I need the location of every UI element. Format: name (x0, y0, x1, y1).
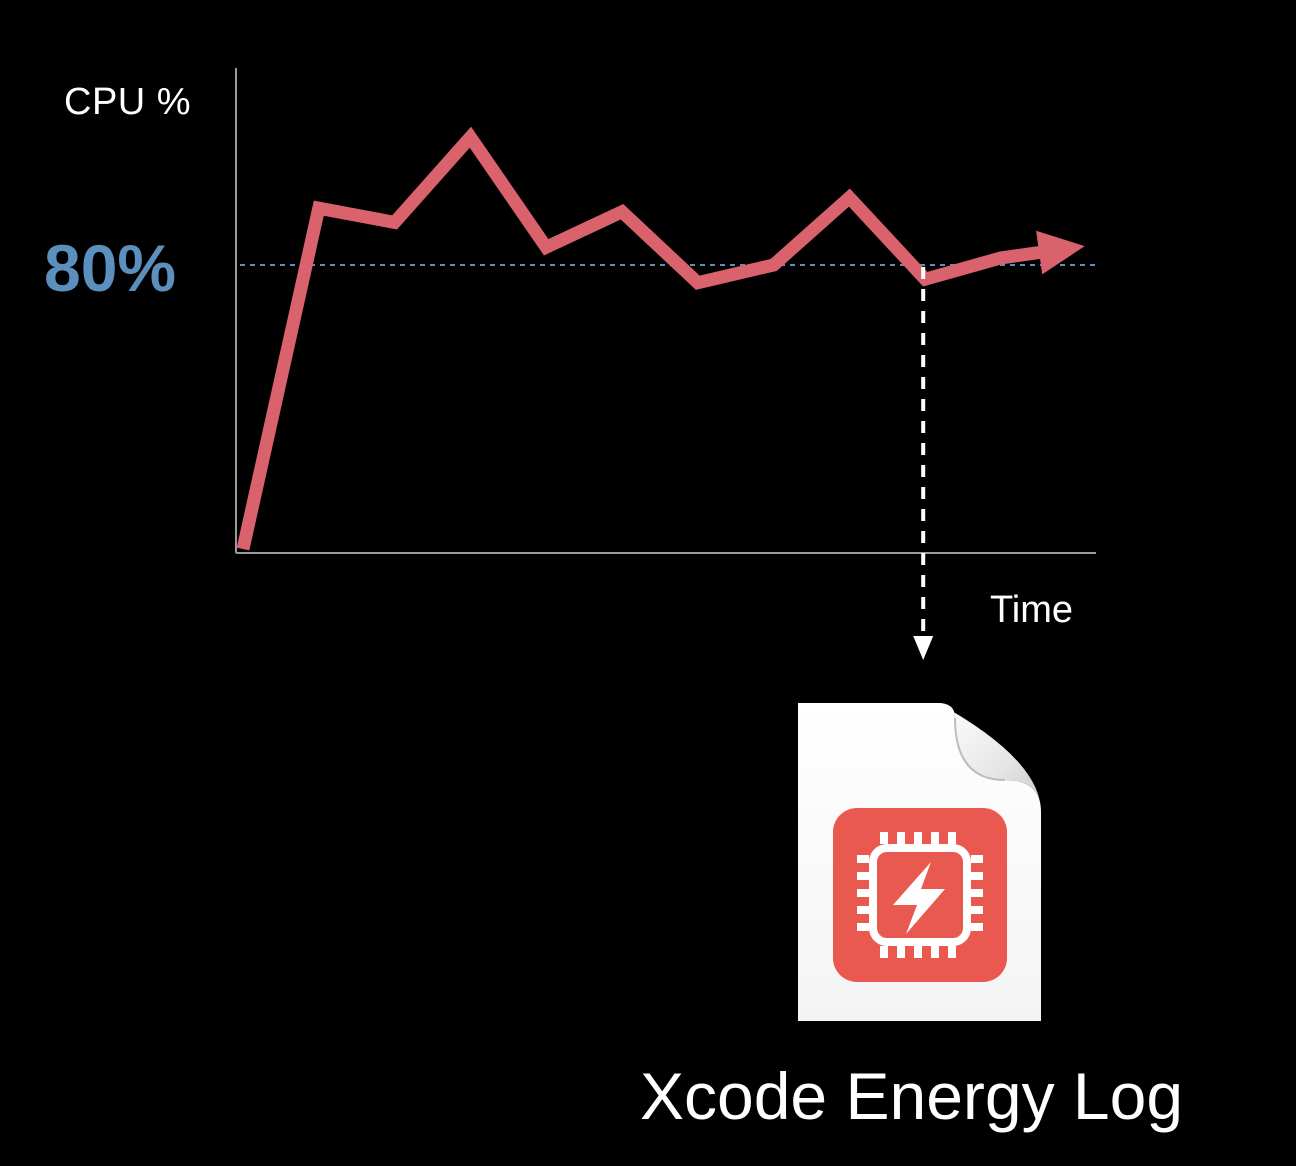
cpu-chart (235, 68, 1096, 1021)
x-axis-label: Time (990, 589, 1074, 631)
energy-log-document-icon (798, 703, 1041, 1021)
slide: CPU % 80% Time Xcode Energy Log (0, 0, 1296, 1166)
threshold-label: 80% (44, 231, 177, 305)
y-axis-label: CPU % (64, 81, 192, 123)
down-arrow-icon (913, 636, 934, 660)
document-title: Xcode Energy Log (640, 1059, 1184, 1133)
series-arrowhead (1036, 230, 1085, 275)
